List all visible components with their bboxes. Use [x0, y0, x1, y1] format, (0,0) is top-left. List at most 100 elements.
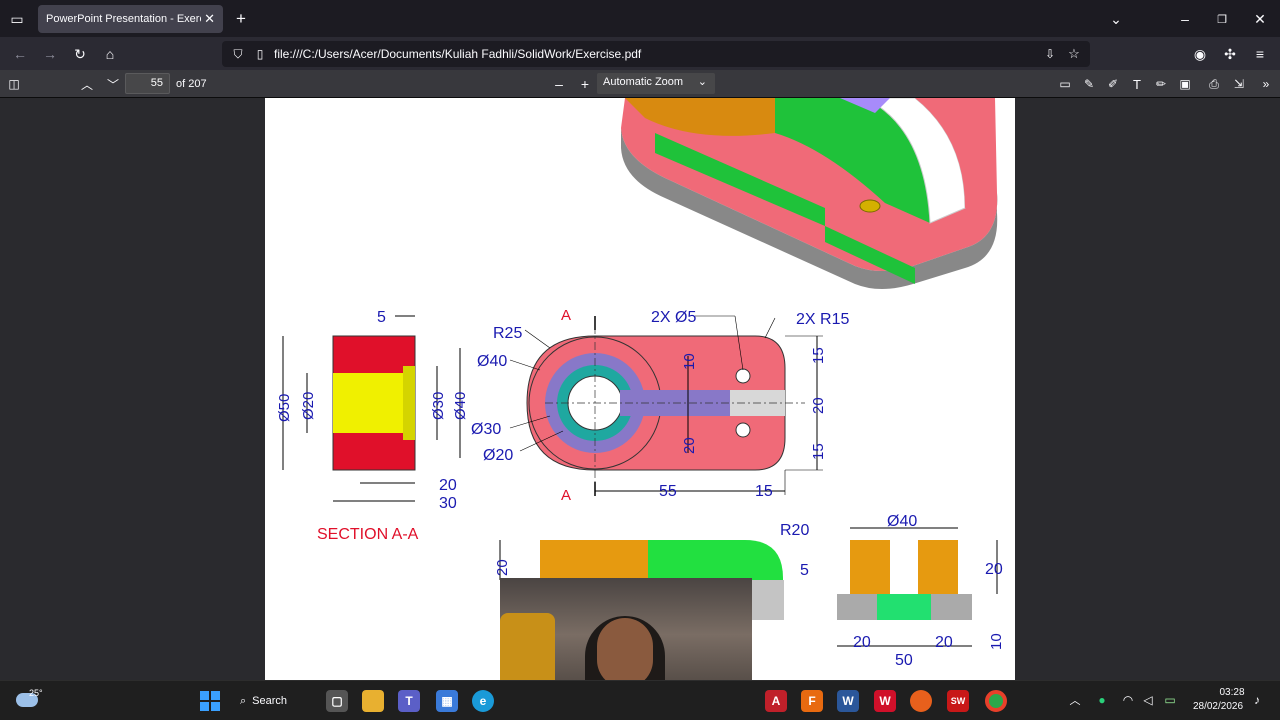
dim-r25: R25 — [493, 325, 522, 342]
wps-icon[interactable]: W — [874, 690, 896, 712]
chrome-icon[interactable] — [985, 690, 1007, 712]
new-tab-icon[interactable]: + — [232, 9, 250, 28]
section-dim-d40: Ø40 — [452, 392, 469, 420]
volume-icon[interactable]: ◁ — [1140, 692, 1156, 708]
section-dim-d20: Ø20 — [300, 392, 317, 420]
section-title: SECTION A-A — [317, 526, 419, 543]
dim-15-top: 15 — [810, 347, 827, 364]
side-dim-20-left: 20 — [853, 634, 871, 651]
battery-icon[interactable]: ▭ — [1161, 692, 1179, 708]
highlight-icon[interactable]: ✐ — [1104, 75, 1122, 93]
comment-icon[interactable]: ▭ — [1056, 75, 1074, 93]
page-total: of 207 — [176, 78, 207, 90]
zoom-in-icon[interactable]: + — [576, 75, 594, 93]
side-dim-5: 5 — [800, 562, 809, 579]
search-box[interactable]: ⌕ Search — [240, 689, 320, 713]
section-marker-bottom: A — [561, 487, 571, 504]
autocad-icon[interactable]: A — [765, 690, 787, 712]
tab-list-icon[interactable]: ▭ — [8, 10, 26, 28]
file-explorer-icon[interactable] — [362, 690, 384, 712]
clock-date[interactable]: 28/02/2026 — [1190, 701, 1246, 712]
microphone-icon[interactable]: ● — [1094, 692, 1110, 708]
firefox-icon[interactable] — [910, 690, 932, 712]
section-dim-5: 5 — [377, 309, 386, 326]
tab-bar: ▭ PowerPoint Presentation - Exercise.pdf… — [0, 0, 1280, 37]
store-icon[interactable]: ▦ — [436, 690, 458, 712]
top-view: A A R25 Ø40 Ø30 Ø20 2X Ø5 2X R15 10 20 1… — [471, 307, 849, 504]
url-bar[interactable]: ⛉ ▯ file:///C:/Users/Acer/Documents/Kuli… — [222, 41, 1090, 67]
previous-page-icon[interactable]: ︿ — [78, 75, 96, 93]
zoom-select[interactable]: Automatic Zoom ⌄ — [597, 73, 715, 94]
signature-icon[interactable]: ✎ — [1080, 75, 1098, 93]
notification-icon[interactable]: ♪ — [1249, 692, 1265, 708]
section-marker-top: A — [561, 307, 571, 324]
url-text[interactable]: file:///C:/Users/Acer/Documents/Kuliah F… — [274, 47, 641, 61]
chevron-down-icon[interactable]: ⌄ — [1107, 10, 1125, 28]
side-view: Ø40 5 20 20 20 10 50 — [800, 513, 1005, 669]
section-dim-d30: Ø30 — [430, 392, 447, 420]
minimize-icon[interactable]: – — [1176, 10, 1194, 28]
tab-exercise-pdf[interactable]: PowerPoint Presentation - Exercise.pdf ✕ — [38, 5, 223, 33]
dim-holes: 2X Ø5 — [651, 309, 696, 326]
close-icon[interactable]: ✕ — [204, 11, 215, 27]
text-icon[interactable]: T — [1128, 75, 1146, 93]
shield-icon[interactable]: ⛉ — [230, 46, 246, 62]
dim-20-right: 20 — [810, 397, 827, 414]
teams-icon[interactable]: T — [398, 690, 420, 712]
chevron-down-icon: ⌄ — [697, 76, 707, 88]
zoom-out-icon[interactable]: – — [550, 75, 568, 93]
next-page-icon[interactable]: ﹀ — [104, 75, 122, 93]
section-dim-d50: Ø50 — [276, 394, 293, 422]
close-window-icon[interactable]: ✕ — [1251, 10, 1269, 28]
restore-icon[interactable]: ❐ — [1213, 10, 1231, 28]
star-icon[interactable]: ☆ — [1066, 46, 1082, 62]
side-dim-20-right: 20 — [985, 561, 1003, 578]
section-dim-30: 30 — [439, 495, 457, 512]
back-icon[interactable]: ← — [10, 44, 30, 64]
pdf-toolbar: ◫ ︿ ﹀ 55 of 207 – + Automatic Zoom ⌄ ▭ ✎… — [0, 70, 1280, 98]
front-dim-20: 20 — [494, 559, 511, 576]
dim-d20: Ø20 — [483, 447, 513, 464]
wifi-icon[interactable]: ◠ — [1120, 692, 1136, 708]
task-view-icon[interactable]: ▢ — [326, 690, 348, 712]
image-icon[interactable]: ▣ — [1176, 75, 1194, 93]
sidebar-toggle-icon[interactable]: ◫ — [5, 75, 23, 93]
page-number-input[interactable]: 55 — [125, 73, 170, 94]
print-icon[interactable]: ⎙ — [1205, 75, 1223, 93]
save-icon[interactable]: ⇲ — [1230, 75, 1248, 93]
dim-20-v: 20 — [681, 437, 698, 454]
tab-title: PowerPoint Presentation - Exercise.pdf — [46, 13, 201, 25]
tray-chevron-icon[interactable]: ︿ — [1067, 692, 1083, 708]
isometric-view — [621, 98, 998, 289]
taskbar: 25° ⌕ Search ▢ T ▦ e A F W W SW ︿ ● ◠ ◁ … — [0, 680, 1280, 720]
draw-icon[interactable]: ✏ — [1152, 75, 1170, 93]
dim-55: 55 — [659, 483, 677, 500]
clock-time[interactable]: 03:28 — [1212, 687, 1252, 698]
search-label: Search — [252, 695, 288, 707]
dim-15-h: 15 — [755, 483, 773, 500]
solidworks-icon[interactable]: SW — [947, 690, 969, 712]
forward-icon[interactable]: → — [40, 44, 60, 64]
search-icon: ⌕ — [240, 694, 247, 707]
extensions-icon[interactable]: ✣ — [1220, 44, 1240, 64]
zoom-value: Automatic Zoom — [603, 76, 684, 88]
edge-icon[interactable]: e — [472, 690, 494, 712]
side-dim-10: 10 — [988, 633, 1005, 650]
menu-icon[interactable]: ≡ — [1250, 44, 1270, 64]
fusion-icon[interactable]: F — [801, 690, 823, 712]
side-dim-50: 50 — [895, 652, 913, 669]
reload-icon[interactable]: ↻ — [70, 44, 90, 64]
side-dim-d40: Ø40 — [887, 513, 917, 530]
dim-10: 10 — [681, 353, 698, 370]
dim-d40: Ø40 — [477, 353, 507, 370]
dim-d30: Ø30 — [471, 421, 501, 438]
navigation-bar: ← → ↻ ⌂ ⛉ ▯ file:///C:/Users/Acer/Docume… — [0, 37, 1280, 70]
word-icon[interactable]: W — [837, 690, 859, 712]
front-dim-r20: R20 — [780, 522, 809, 539]
download-icon[interactable]: ⇩ — [1042, 46, 1058, 62]
more-tools-icon[interactable]: » — [1257, 75, 1275, 93]
windows-start-icon[interactable] — [200, 691, 220, 711]
home-icon[interactable]: ⌂ — [100, 44, 120, 64]
account-icon[interactable]: ◉ — [1190, 44, 1210, 64]
weather-temperature: 25° — [29, 688, 43, 698]
